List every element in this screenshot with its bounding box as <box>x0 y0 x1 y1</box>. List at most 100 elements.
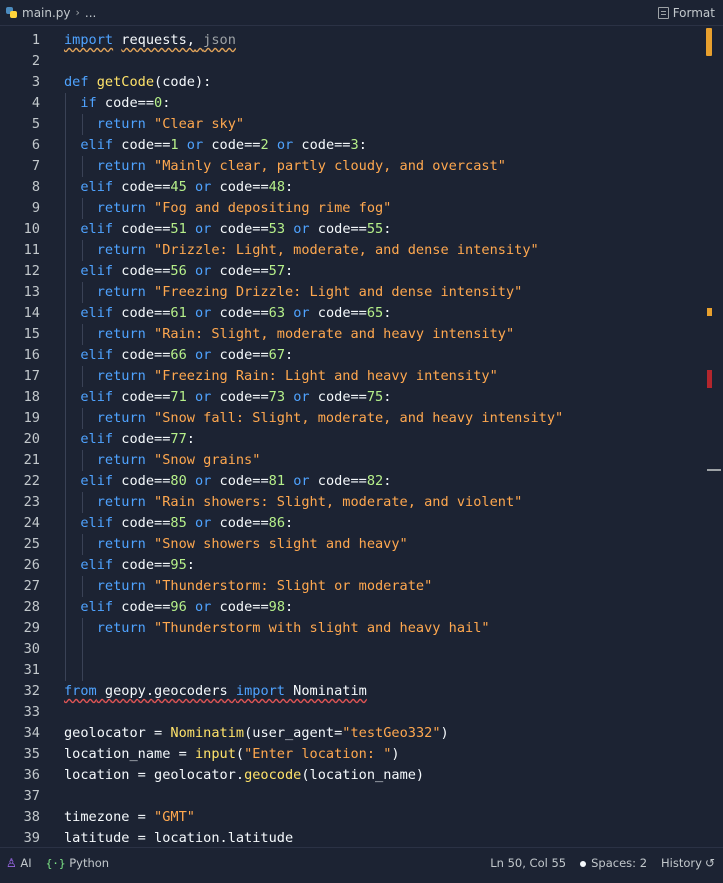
code-line[interactable]: 4 if code==0: <box>0 93 700 114</box>
code-line[interactable]: 37 <box>0 786 700 807</box>
code-line[interactable]: 6 elif code==1 or code==2 or code==3: <box>0 135 700 156</box>
code-line[interactable]: 21 return "Snow grains" <box>0 450 700 471</box>
line-number: 2 <box>31 53 40 69</box>
code-token: 96 <box>170 599 187 615</box>
code-line[interactable]: 2 <box>0 51 700 72</box>
code-text: return "Rain showers: Slight, moderate, … <box>64 492 523 513</box>
format-button[interactable]: Format <box>657 6 715 20</box>
code-line[interactable]: 12 elif code==56 or code==57: <box>0 261 700 282</box>
language-button[interactable]: {·} Python <box>46 856 109 870</box>
code-line[interactable]: 3 def getCode(code): <box>0 72 700 93</box>
code-token: code== <box>317 305 367 321</box>
code-line[interactable]: 13 return "Freezing Drizzle: Light and d… <box>0 282 700 303</box>
line-number: 26 <box>23 557 40 573</box>
code-line[interactable]: 39 latitude = location.latitude <box>0 828 700 845</box>
code-token: (location_name) <box>301 767 425 783</box>
code-line[interactable]: 14 elif code==61 or code==63 or code==65… <box>0 303 700 324</box>
code-token: or <box>186 515 220 531</box>
code-line[interactable]: 18 elif code==71 or code==73 or code==75… <box>0 387 700 408</box>
code-line[interactable]: 20 elif code==77: <box>0 429 700 450</box>
code-line[interactable]: 5 return "Clear sky" <box>0 114 700 135</box>
code-line[interactable]: 8 elif code==45 or code==48: <box>0 177 700 198</box>
line-number: 24 <box>23 515 40 531</box>
code-token: latitude = location. <box>64 830 228 845</box>
indent-guide <box>82 282 83 303</box>
code-token: code== <box>121 389 171 405</box>
code-line[interactable]: 25 return "Snow showers slight and heavy… <box>0 534 700 555</box>
code-token: 67 <box>268 347 286 363</box>
code-token: elif <box>64 263 122 279</box>
code-token: code== <box>219 221 269 237</box>
cursor-position[interactable]: Ln 50, Col 55 <box>490 856 566 870</box>
code-token: "Rain: Slight, moderate and heavy intens… <box>154 326 515 342</box>
line-number: 11 <box>23 242 40 258</box>
code-token: code== <box>219 389 269 405</box>
line-number: 38 <box>23 809 40 825</box>
code-line[interactable]: 7 return "Mainly clear, partly cloudy, a… <box>0 156 700 177</box>
indentation-setting[interactable]: Spaces: 2 <box>580 856 647 870</box>
indent-guide <box>82 618 83 639</box>
code-line[interactable]: 15 return "Rain: Slight, moderate and he… <box>0 324 700 345</box>
code-token: geopy.geocoders <box>96 683 236 699</box>
breadcrumb-ellipsis[interactable]: ... <box>85 6 96 20</box>
editor-scrollbar[interactable] <box>706 28 723 846</box>
code-token: 56 <box>170 263 187 279</box>
code-text: geolocator = Nominatim(user_agent="testG… <box>64 723 449 744</box>
code-token: 80 <box>170 473 187 489</box>
code-token: 86 <box>268 515 286 531</box>
history-button[interactable]: History ↺ <box>661 856 715 870</box>
code-token: elif <box>64 473 122 489</box>
code-line[interactable]: 17 return "Freezing Rain: Light and heav… <box>0 366 700 387</box>
code-line[interactable]: 10 elif code==51 or code==53 or code==55… <box>0 219 700 240</box>
code-line[interactable]: 30 <box>0 639 700 660</box>
code-token: 51 <box>170 221 187 237</box>
code-token: 98 <box>268 599 286 615</box>
ai-button[interactable]: ♙ AI <box>6 856 32 870</box>
code-token: : <box>358 137 367 153</box>
braces-icon: {·} <box>45 856 66 870</box>
code-line[interactable]: 1 import requests, json <box>0 30 700 51</box>
code-line[interactable]: 24 elif code==85 or code==86: <box>0 513 700 534</box>
code-line[interactable]: 28 elif code==96 or code==98: <box>0 597 700 618</box>
code-line[interactable]: 31 <box>0 660 700 681</box>
code-token: code== <box>121 347 171 363</box>
code-token: ( <box>235 746 245 762</box>
code-line[interactable]: 32 from geopy.geocoders import Nominatim <box>0 681 700 702</box>
code-line[interactable]: 22 elif code==80 or code==81 or code==82… <box>0 471 700 492</box>
code-line[interactable]: 23 return "Rain showers: Slight, moderat… <box>0 492 700 513</box>
code-line[interactable]: 29 return "Thunderstorm with slight and … <box>0 618 700 639</box>
code-line[interactable]: 36 location = geolocator.geocode(location… <box>0 765 700 786</box>
line-number: 10 <box>23 221 40 237</box>
code-token: code== <box>121 137 171 153</box>
code-token: code== <box>121 263 171 279</box>
code-token: (user_agent= <box>244 725 343 741</box>
indent-guide <box>82 534 83 555</box>
code-line[interactable]: 27 return "Thunderstorm: Slight or moder… <box>0 576 700 597</box>
code-line[interactable]: 34 geolocator = Nominatim(user_agent="tes… <box>0 723 700 744</box>
code-token: "Thunderstorm: Slight or moderate" <box>154 578 433 594</box>
line-number: 9 <box>31 200 40 216</box>
scrollbar-thumb[interactable] <box>706 28 712 56</box>
code-line[interactable]: 33 <box>0 702 700 723</box>
code-token: or <box>285 473 318 489</box>
code-token: code== <box>219 515 269 531</box>
code-line[interactable]: 16 elif code==66 or code==67: <box>0 345 700 366</box>
code-token: return <box>64 620 155 636</box>
code-token: code== <box>121 221 171 237</box>
code-line[interactable]: 9 return "Fog and depositing rime fog" <box>0 198 700 219</box>
code-editor[interactable]: 1 import requests, json 2 3 def getCode(code… <box>0 30 706 845</box>
code-token: or <box>186 305 220 321</box>
code-token: json <box>203 32 236 48</box>
code-token: code== <box>219 473 269 489</box>
code-line[interactable]: 11 return "Drizzle: Light, moderate, and… <box>0 240 700 261</box>
code-text: return "Clear sky" <box>64 114 244 135</box>
code-line[interactable]: 38 timezone = "GMT" <box>0 807 700 828</box>
code-line[interactable]: 26 elif code==95: <box>0 555 700 576</box>
breadcrumb-file[interactable]: main.py <box>22 6 71 20</box>
code-token: "Mainly clear, partly cloudy, and overca… <box>154 158 506 174</box>
code-line[interactable]: 35 location_name = input("Enter location:… <box>0 744 700 765</box>
code-token: code== <box>121 431 171 447</box>
code-token: elif <box>64 179 122 195</box>
code-line[interactable]: 19 return "Snow fall: Slight, moderate, … <box>0 408 700 429</box>
code-token: (code): <box>154 74 212 90</box>
